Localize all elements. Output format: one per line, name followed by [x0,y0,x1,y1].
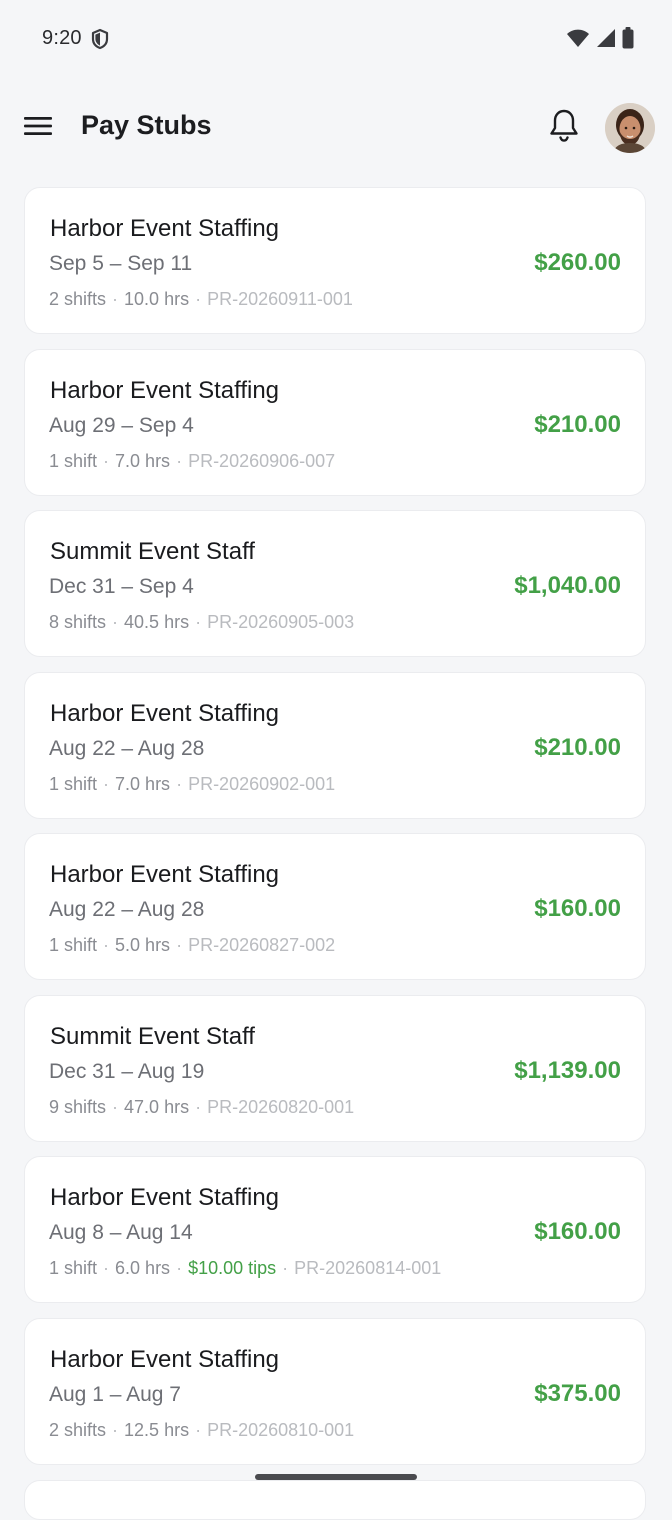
separator-dot: · [282,1258,289,1278]
cellular-signal-icon [596,28,616,48]
shift-count: 8 shifts [49,612,107,632]
stub-details: 9 shifts · 47.0 hrs · PR-20260820-001 [49,1097,354,1118]
hours-worked: 5.0 hrs [115,935,171,955]
pay-period: Dec 31 – Aug 19 [49,1059,205,1083]
separator-dot: · [195,1096,202,1117]
payroll-reference: PR-20260827-002 [188,935,336,955]
pay-stub-card[interactable]: Harbor Event Staffing Aug 8 – Aug 14 1 shi… [24,1156,646,1303]
employer-name: Harbor Event Staffing [50,215,280,242]
pay-stub-card[interactable] [24,1480,646,1520]
separator-dot: · [176,773,183,794]
pay-stub-card[interactable]: Harbor Event Staffing Aug 1 – Aug 7 2 shif… [24,1317,646,1465]
hours-worked: 40.5 hrs [124,612,190,632]
pay-stub-card[interactable]: Summit Event Staff Dec 31 – Sep 4 8 shifts… [24,510,646,657]
battery-icon [622,27,634,49]
stub-details: 1 shift · 5.0 hrs · PR-20260827-002 [49,935,335,956]
separator-dot: · [103,935,110,955]
pay-amount: $1,139.00 [514,1056,621,1084]
shift-count: 9 shifts [49,1096,107,1117]
payroll-reference: PR-20260902-001 [188,773,336,794]
hours-worked: 10.0 hrs [124,289,190,309]
stub-details: 1 shift · 7.0 hrs · PR-20260902-001 [49,774,335,795]
separator-dot: · [176,450,183,471]
hours-worked: 7.0 hrs [115,773,171,794]
pay-period: Aug 1 – Aug 7 [49,1382,181,1406]
pay-stub-card[interactable]: Harbor Event Staffing Aug 22 – Aug 28 1 sh… [24,671,646,819]
pay-amount: $160.00 [534,1218,621,1245]
separator-dot: · [112,1096,119,1117]
payroll-reference: PR-20260911-001 [207,289,353,309]
pay-period: Aug 22 – Aug 28 [49,736,205,760]
menu-button[interactable] [18,108,58,148]
payroll-reference: PR-20260905-003 [207,612,355,632]
separator-dot: · [103,450,110,471]
stub-details: 1 shift · 7.0 hrs · PR-20260906-007 [49,451,335,472]
pay-stub-card[interactable]: Harbor Event Staffing Aug 22 – Aug 28 1 sh… [24,833,646,980]
hamburger-menu-icon [24,116,52,141]
shift-count: 1 shift [49,450,98,471]
stub-details: 2 shifts · 10.0 hrs · PR-20260911-001 [49,289,353,310]
separator-dot: · [103,773,110,794]
pay-stub-card[interactable]: Harbor Event Staffing Sep 5 – Sep 11 2 shi… [24,187,646,334]
shift-count: 1 shift [49,935,98,955]
pay-period: Aug 8 – Aug 14 [49,1221,193,1244]
pay-period: Sep 5 – Sep 11 [49,252,193,275]
separator-dot: · [103,1258,110,1278]
payroll-reference: PR-20260820-001 [207,1096,355,1117]
shift-count: 1 shift [49,773,98,794]
app-bar: Pay Stubs [0,88,672,168]
hours-worked: 47.0 hrs [124,1096,190,1117]
shield-icon [90,28,110,50]
employer-name: Harbor Event Staffing [50,699,280,727]
employer-name: Harbor Event Staffing [50,376,280,404]
hours-worked: 6.0 hrs [115,1258,171,1278]
employer-name: Summit Event Staff [50,538,255,565]
separator-dot: · [195,612,202,632]
pay-amount: $210.00 [534,733,621,761]
hours-worked: 7.0 hrs [115,450,171,471]
separator-dot: · [112,289,119,309]
payroll-reference: PR-20260906-007 [188,450,336,471]
pay-stub-card[interactable]: Summit Event Staff Dec 31 – Aug 19 9 shift… [24,994,646,1142]
pay-amount: $375.00 [534,1379,621,1407]
avatar[interactable] [605,103,655,153]
pay-amount: $1,040.00 [514,572,621,599]
status-icons [566,27,634,49]
pay-amount: $260.00 [534,249,621,276]
bell-icon [548,108,580,149]
pay-period: Dec 31 – Sep 4 [49,575,194,598]
status-time: 9:20 [42,27,82,49]
pay-amount: $210.00 [534,410,621,438]
pay-stub-list: Harbor Event Staffing Sep 5 – Sep 11 2 shi… [24,187,648,1479]
employer-name: Summit Event Staff [50,1022,255,1050]
notifications-button[interactable] [543,106,585,150]
separator-dot: · [195,1419,202,1440]
employer-name: Harbor Event Staffing [50,1345,280,1373]
page-title: Pay Stubs [81,110,212,140]
employer-name: Harbor Event Staffing [50,1184,280,1211]
payroll-reference: PR-20260810-001 [207,1419,355,1440]
separator-dot: · [176,935,183,955]
shift-count: 2 shifts [49,1419,107,1440]
pay-amount: $160.00 [534,895,621,922]
stub-details: 1 shift · 6.0 hrs · $10.00 tips · PR-20260814-… [49,1258,441,1279]
status-bar: 9:20 [0,0,672,80]
shift-count: 1 shift [49,1258,98,1278]
separator-dot: · [195,289,202,309]
stub-details: 2 shifts · 12.5 hrs · PR-20260810-001 [49,1420,354,1441]
payroll-reference: PR-20260814-001 [294,1258,442,1278]
wifi-icon [566,28,590,48]
home-indicator[interactable] [255,1474,417,1480]
separator-dot: · [112,612,119,632]
tips-amount: $10.00 tips [188,1258,277,1278]
stub-details: 8 shifts · 40.5 hrs · PR-20260905-003 [49,612,354,633]
separator-dot: · [176,1258,183,1278]
hours-worked: 12.5 hrs [124,1419,190,1440]
employer-name: Harbor Event Staffing [50,861,280,888]
pay-period: Aug 22 – Aug 28 [49,898,205,921]
shift-count: 2 shifts [49,289,107,309]
separator-dot: · [112,1419,119,1440]
pay-period: Aug 29 – Sep 4 [49,413,194,437]
pay-stub-card[interactable]: Harbor Event Staffing Aug 29 – Sep 4 1 shi… [24,348,646,496]
